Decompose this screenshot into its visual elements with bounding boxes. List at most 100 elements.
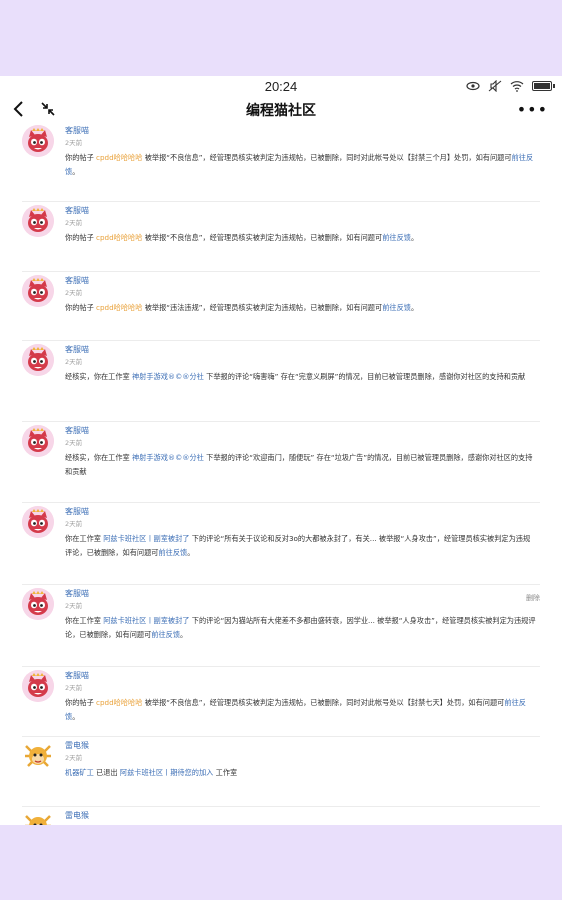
message-link[interactable]: 神射手游戏®©®分社 xyxy=(132,453,204,462)
timestamp: 2天前 xyxy=(65,439,83,447)
message-link[interactable]: cpdd哈哈哈哈 xyxy=(96,698,142,707)
notification-message: 你在工作室 阿兹卡班社区丨副室被封了 下的评论“因为猫站所有大佬差不多都由盛转衰… xyxy=(65,614,540,641)
message-link[interactable]: cpdd哈哈哈哈 xyxy=(96,233,142,242)
message-text: 你的帖子 xyxy=(65,233,97,242)
message-text: 被举报“不良信息”，经管理员核实被判定为违规帖，已被删除，如有问题可 xyxy=(142,233,383,242)
message-link[interactable]: cpdd哈哈哈哈 xyxy=(96,153,142,162)
message-text: 经核实，你在工作室 xyxy=(65,453,132,462)
notification-content: 客服喵 2天前你在工作室 阿兹卡班社区丨副室被封了 下的评论“因为猫站所有大佬差不… xyxy=(65,585,540,641)
avatar[interactable] xyxy=(22,344,54,376)
timestamp: 2天前 xyxy=(65,219,83,227)
status-bar: 20:24 xyxy=(0,76,562,98)
page-title: 编程猫社区 xyxy=(246,103,316,119)
message-link[interactable]: 阿兹卡班社区丨副室被封了 xyxy=(103,616,189,625)
timestamp: 2天前 xyxy=(65,358,83,366)
message-text: 。 xyxy=(410,303,419,312)
notification-content: 客服喵 2天前你在工作室 阿兹卡班社区丨副室被封了 下的评论“所有关于议论和反对3… xyxy=(65,503,540,559)
more-options-icon[interactable]: ••• xyxy=(517,100,548,119)
message-text: 。 xyxy=(180,629,188,639)
timestamp: 2天前 xyxy=(65,289,83,297)
sender-name[interactable]: 客服喵 xyxy=(65,205,540,217)
notification-message: 你的帖子 cpdd哈哈哈哈 被举报“违法违规”，经管理员核实被判定为违规帖，已被… xyxy=(65,301,540,315)
sender-name[interactable]: 客服喵 xyxy=(65,670,540,682)
timestamp: 2天前 xyxy=(65,139,83,147)
notification-message: 你的帖子 cpdd哈哈哈哈 被举报“不良信息”，经管理员核实被判定为违规帖，已被… xyxy=(65,696,540,723)
notification-content: 雷电猴 xyxy=(65,807,540,822)
sender-name[interactable]: 客服喵 xyxy=(65,125,540,137)
message-text: 工作室 xyxy=(213,768,238,777)
avatar[interactable] xyxy=(22,125,54,157)
message-text: 你在工作室 xyxy=(65,616,104,625)
message-text: 你的帖子 xyxy=(65,153,97,162)
avatar[interactable] xyxy=(22,670,54,702)
message-text: 被举报“不良信息”，经管理员核实被判定为违规帖，已被删除，同时对此帐号处以【封禁… xyxy=(142,153,512,162)
message-text: 经核实，你在工作室 xyxy=(65,372,132,381)
wifi-icon xyxy=(510,81,524,92)
sender-name[interactable]: 客服喵 xyxy=(65,275,540,287)
notification-content: 客服喵 2天前经核实，你在工作室 神射手游戏®©®分社 下举报的评论“嗨害嗨” 存… xyxy=(65,341,540,384)
notification-content: 客服喵 2天前你的帖子 cpdd哈哈哈哈 被举报“违法违规”，经管理员核实被判定为… xyxy=(65,272,540,315)
notification-item[interactable]: 客服喵 2天前经核实，你在工作室 神射手游戏®©®分社 下举报的评论“嗨害嗨” 存… xyxy=(22,341,540,422)
notification-message: 你的帖子 cpdd哈哈哈哈 被举报“不良信息”，经管理员核实被判定为违规帖，已被… xyxy=(65,231,540,245)
message-link[interactable]: 阿兹卡班社区丨副室被封了 xyxy=(103,534,189,543)
avatar[interactable] xyxy=(22,275,54,307)
notification-content: 客服喵 2天前你的帖子 cpdd哈哈哈哈 被举报“不良信息”，经管理员核实被判定为… xyxy=(65,122,540,178)
avatar[interactable] xyxy=(22,588,54,620)
notification-content: 雷电猴 2天前 机器矿工 已退出 阿兹卡班社区丨期待您的加入 工作室 xyxy=(65,737,540,780)
message-text: 被举报“违法违规”，经管理员核实被判定为违规帖，已被删除，如有问题可 xyxy=(142,303,383,312)
feedback-link[interactable]: 前往反馈 xyxy=(382,233,411,242)
avatar[interactable] xyxy=(22,740,54,772)
feedback-link[interactable]: 前往反馈 xyxy=(382,303,411,312)
sender-name[interactable]: 雷电猴 xyxy=(65,810,540,822)
notification-content: 客服喵 2天前你的帖子 cpdd哈哈哈哈 被举报“不良信息”，经管理员核实被判定为… xyxy=(65,667,540,723)
eye-icon xyxy=(466,81,480,91)
message-text: 。 xyxy=(187,547,195,557)
status-icons xyxy=(466,80,555,92)
avatar[interactable] xyxy=(22,810,54,825)
message-text: 被举报“不良信息”，经管理员核实被判定为违规帖，已被删除，同时对此帐号处以【封禁… xyxy=(142,698,505,707)
timestamp: 2天前 xyxy=(65,602,83,610)
feedback-link[interactable]: 前往反馈 xyxy=(151,630,180,639)
notification-item[interactable]: 客服喵 2天前你的帖子 cpdd哈哈哈哈 被举报“不良信息”，经管理员核实被判定为… xyxy=(22,667,540,737)
timestamp: 2天前 xyxy=(65,520,83,528)
battery-icon xyxy=(532,81,555,91)
sender-name[interactable]: 雷电猴 xyxy=(65,740,540,752)
timestamp: 2天前 xyxy=(65,684,83,692)
notification-message: 你在工作室 阿兹卡班社区丨副室被封了 下的评论“所有关于议论和反对3o的大都被永… xyxy=(65,532,540,559)
notification-message: 你的帖子 cpdd哈哈哈哈 被举报“不良信息”，经管理员核实被判定为违规帖，已被… xyxy=(65,151,540,178)
avatar[interactable] xyxy=(22,425,54,457)
notification-item[interactable]: 客服喵 2天前你的帖子 cpdd哈哈哈哈 被举报“不良信息”，经管理员核实被判定为… xyxy=(22,202,540,272)
notification-item[interactable]: 客服喵 2天前你在工作室 阿兹卡班社区丨副室被封了 下的评论“因为猫站所有大佬差不… xyxy=(22,585,540,667)
message-text: 。 xyxy=(72,711,80,721)
notification-item[interactable]: 客服喵 2天前你的帖子 cpdd哈哈哈哈 被举报“违法违规”，经管理员核实被判定为… xyxy=(22,272,540,341)
message-link[interactable]: 神射手游戏®©®分社 xyxy=(132,372,204,381)
sender-name[interactable]: 客服喵 xyxy=(65,425,540,437)
notification-content: 客服喵 2天前你的帖子 cpdd哈哈哈哈 被举报“不良信息”，经管理员核实被判定为… xyxy=(65,202,540,245)
delete-button[interactable]: 删除 xyxy=(526,593,540,603)
notification-item[interactable]: 雷电猴 xyxy=(22,807,540,825)
notification-message: 经核实，你在工作室 神射手游戏®©®分社 下举报的评论“欢迎南门，随便玩” 存在… xyxy=(65,451,540,478)
feedback-link[interactable]: 阿兹卡班社区丨期待您的加入 xyxy=(120,768,213,777)
mute-icon xyxy=(488,80,502,92)
notification-item[interactable]: 客服喵 2天前你在工作室 阿兹卡班社区丨副室被封了 下的评论“所有关于议论和反对3… xyxy=(22,503,540,585)
notification-item[interactable]: 客服喵 2天前经核实，你在工作室 神射手游戏®©®分社 下举报的评论“欢迎南门，随… xyxy=(22,422,540,503)
message-link[interactable]: cpdd哈哈哈哈 xyxy=(96,303,142,312)
sender-name[interactable]: 客服喵 xyxy=(65,344,540,356)
message-text: 你的帖子 xyxy=(65,698,97,707)
feedback-link[interactable]: 前往反馈 xyxy=(158,548,187,557)
notification-item[interactable]: 客服喵 2天前你的帖子 cpdd哈哈哈哈 被举报“不良信息”，经管理员核实被判定为… xyxy=(22,122,540,202)
app-screen: 20:24 编程猫社区 ••• 客服喵 2天前 你的帖子 cpdd哈哈哈哈 被举报“… xyxy=(0,76,562,825)
timestamp: 2天前 xyxy=(65,754,83,762)
message-text: 下举报的评论“嗨害嗨” 存在“完意义刷屏”的情况，目前已被管理员删除，感谢你对社… xyxy=(203,372,526,381)
notification-content: 客服喵 2天前经核实，你在工作室 神射手游戏®©®分社 下举报的评论“欢迎南门，随… xyxy=(65,422,540,478)
avatar[interactable] xyxy=(22,205,54,237)
notification-message: 经核实，你在工作室 神射手游戏®©®分社 下举报的评论“嗨害嗨” 存在“完意义刷… xyxy=(65,370,540,384)
sender-name[interactable]: 客服喵 xyxy=(65,588,540,600)
avatar[interactable] xyxy=(22,506,54,538)
notification-item[interactable]: 雷电猴 2天前 机器矿工 已退出 阿兹卡班社区丨期待您的加入 工作室 xyxy=(22,737,540,807)
message-text: 你的帖子 xyxy=(65,303,97,312)
nav-bar: 编程猫社区 ••• xyxy=(0,98,562,122)
message-link[interactable]: 机器矿工 xyxy=(65,768,94,777)
sender-name[interactable]: 客服喵 xyxy=(65,506,540,518)
notification-list: 客服喵 2天前 你的帖子 cpdd哈哈哈哈 被举报“不良信息”，经管理员核实被判定为… xyxy=(0,122,562,825)
